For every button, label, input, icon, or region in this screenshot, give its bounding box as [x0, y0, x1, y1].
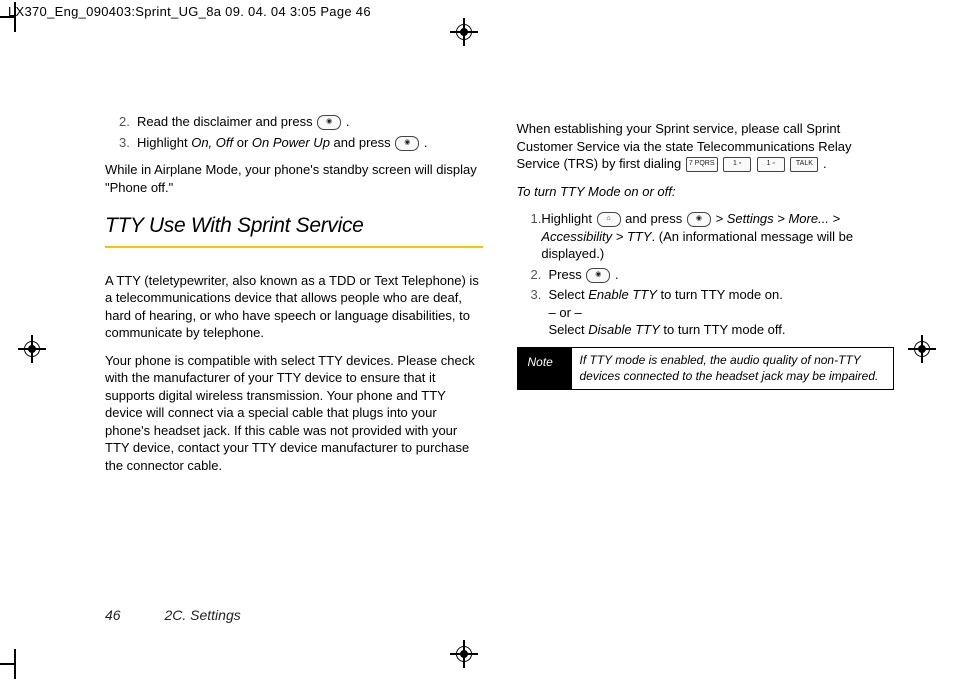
step3-opts2: On Power Up — [252, 135, 334, 150]
step-3: 3. Highlight On, Off or On Power Up and … — [119, 134, 483, 152]
key-talk: TALK — [790, 157, 818, 172]
s3b: to turn TTY mode on. — [657, 287, 783, 302]
section-name: 2C. Settings — [164, 607, 240, 623]
menu-key-icon: ◉ — [586, 268, 610, 283]
trs-intro-b: . — [823, 156, 827, 171]
menu-key-icon: ◉ — [687, 212, 711, 227]
tty-step-3: 3. Select Enable TTY to turn TTY mode on… — [531, 286, 895, 339]
menu-key-icon: ◉ — [395, 136, 419, 151]
airplane-note: While in Airplane Mode, your phone's sta… — [105, 161, 483, 196]
key-1b: 1 ▫ — [757, 157, 785, 172]
left-column: 2. Read the disclaimer and press ◉ . 3. … — [105, 110, 483, 633]
print-header: LX370_Eng_090403:Sprint_UG_8a 09. 04. 04… — [8, 4, 371, 19]
key-1: 1 ▫ — [723, 157, 751, 172]
step-2: 2. Read the disclaimer and press ◉ . — [119, 113, 483, 131]
registration-mark-top — [450, 18, 478, 46]
step3-or: or — [237, 135, 252, 150]
s2: Press — [549, 267, 586, 282]
tty-paragraph-1: A TTY (teletypewriter, also known as a T… — [105, 272, 483, 342]
procedure-title: To turn TTY Mode on or off: — [517, 183, 895, 201]
home-key-icon: ⌂ — [597, 212, 621, 227]
s3d: to turn TTY mode off. — [660, 322, 786, 337]
tty-paragraph-2: Your phone is compatible with select TTY… — [105, 352, 483, 475]
s3a: Select — [549, 287, 589, 302]
s3-or: – or – — [549, 305, 582, 320]
s3c: Select — [549, 322, 589, 337]
page-body: 2. Read the disclaimer and press ◉ . 3. … — [105, 110, 894, 633]
note-box: Note If TTY mode is enabled, the audio q… — [517, 347, 895, 390]
page-footer: 46 2C. Settings — [105, 607, 241, 623]
step-2-text: Read the disclaimer and press — [137, 114, 316, 129]
registration-mark-left — [18, 335, 46, 363]
registration-mark-bottom — [450, 640, 478, 668]
section-heading-tty: TTY Use With Sprint Service — [105, 212, 483, 247]
right-column: When establishing your Sprint service, p… — [517, 110, 895, 633]
tty-step-1: 1. Highlight ⌂ and press ◉ > Settings > … — [531, 210, 895, 263]
s1a: Highlight — [541, 211, 595, 226]
s1b: and press — [622, 211, 686, 226]
tty-step-2: 2. Press ◉ . — [531, 266, 895, 284]
step3-pre: Highlight — [137, 135, 191, 150]
registration-mark-right — [908, 335, 936, 363]
crop-mark-top — [0, 16, 16, 18]
trs-intro: When establishing your Sprint service, p… — [517, 120, 895, 173]
crop-mark-bottom — [0, 663, 16, 665]
s3-disable: Disable TTY — [588, 322, 660, 337]
page-number: 46 — [105, 607, 121, 623]
note-text: If TTY mode is enabled, the audio qualit… — [572, 348, 894, 389]
step3-post: and press — [334, 135, 395, 150]
step3-opts1: On, Off — [191, 135, 237, 150]
note-label: Note — [518, 348, 572, 389]
key-7: 7 PQRS — [686, 157, 718, 172]
menu-key-icon: ◉ — [317, 115, 341, 130]
s3-enable: Enable TTY — [588, 287, 657, 302]
